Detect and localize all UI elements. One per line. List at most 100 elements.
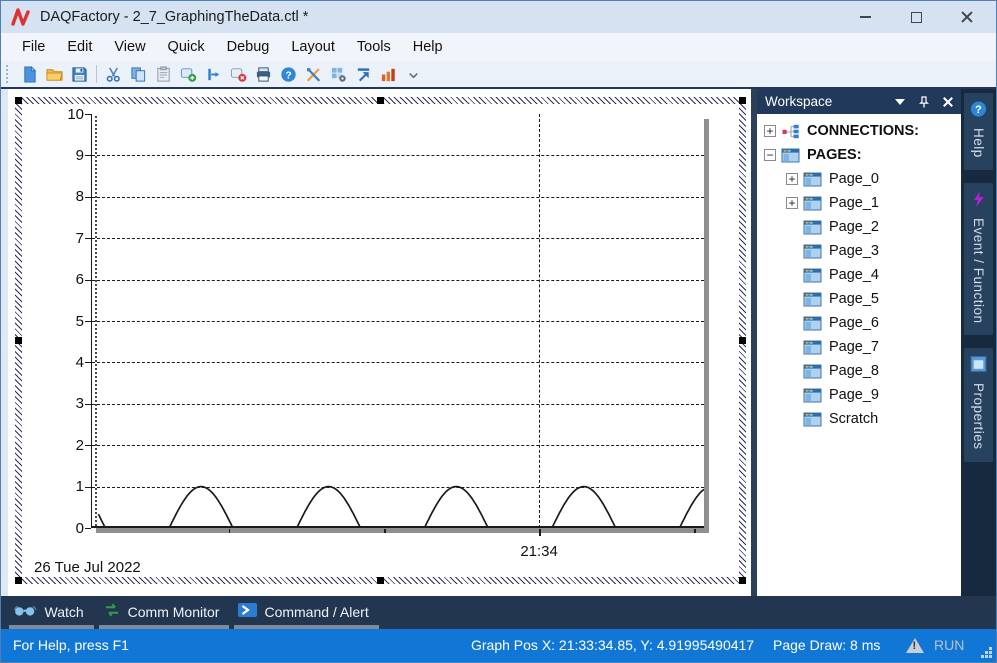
selection-handle[interactable] [739, 97, 746, 104]
tree-item-page6[interactable]: Page_6 [757, 311, 961, 335]
workspace-panel: Workspace +CONNECTIONS:−PAGES: + Page_0 + Pa… [757, 89, 961, 596]
paste-icon [155, 66, 172, 83]
menu-item-quick[interactable]: Quick [157, 36, 216, 58]
y-axis-tick [85, 362, 91, 363]
x-axis-major-tick [539, 529, 541, 536]
x-axis-minor-tick [229, 529, 231, 533]
page-icon [803, 172, 822, 187]
tree-item-page8[interactable]: Page_8 [757, 359, 961, 383]
y-axis-label: 2 [48, 437, 84, 454]
tree-item-scratch[interactable]: Scratch [757, 407, 961, 431]
tree-item-label: Page_5 [829, 291, 879, 307]
tree-item-page0[interactable]: + Page_0 [757, 167, 961, 191]
tree-item-label: Page_9 [829, 387, 879, 403]
status-run-indicator: RUN [906, 637, 964, 653]
new-file-button[interactable] [17, 62, 42, 86]
properties-window-icon [970, 355, 987, 376]
menu-item-edit[interactable]: Edit [56, 36, 103, 58]
menu-item-help[interactable]: Help [402, 36, 454, 58]
tree-item-page2[interactable]: Page_2 [757, 215, 961, 239]
expand-toggle-icon[interactable]: + [764, 125, 776, 137]
summary-chart-button[interactable] [376, 62, 401, 86]
menu-item-tools[interactable]: Tools [346, 36, 402, 58]
workspace-menu-chevron-icon[interactable] [895, 99, 905, 105]
paste-button[interactable] [151, 62, 176, 86]
selection-handle[interactable] [377, 577, 384, 584]
y-gridline [92, 445, 704, 446]
tree-item-page4[interactable]: Page_4 [757, 263, 961, 287]
page-design-surface[interactable]: 21:34 26 Tue Jul 2022 012345678910 [8, 89, 751, 596]
tree-item-pages[interactable]: −PAGES: [757, 143, 961, 167]
insert-connector-button[interactable] [201, 62, 226, 86]
page-icon [781, 148, 800, 163]
selection-handle[interactable] [15, 97, 22, 104]
tab-comm-monitor[interactable]: Comm Monitor [99, 599, 230, 629]
more-toolbar-options-button[interactable] [401, 62, 426, 86]
tree-item-page3[interactable]: Page_3 [757, 239, 961, 263]
print-icon [255, 66, 272, 83]
status-page-draw: Page Draw: 8 ms [773, 637, 880, 653]
tree-item-label: Page_0 [829, 171, 879, 187]
goto-arrow-button[interactable] [351, 62, 376, 86]
y-axis-label: 4 [48, 354, 84, 371]
expand-toggle-icon[interactable]: + [786, 197, 798, 209]
tree-item-page1[interactable]: + Page_1 [757, 191, 961, 215]
x-axis-minor-tick [694, 529, 696, 533]
bottom-dock-tabs: WatchComm Monitor Command / Alert [1, 596, 996, 629]
grid-settings-button[interactable] [326, 62, 351, 86]
menu-item-file[interactable]: File [11, 36, 56, 58]
menu-item-layout[interactable]: Layout [280, 36, 346, 58]
workspace-pin-icon[interactable] [918, 96, 930, 108]
minimize-button[interactable] [858, 10, 872, 24]
workspace-close-icon[interactable] [943, 97, 953, 107]
svg-text:?: ? [285, 70, 291, 81]
tree-item-page9[interactable]: Page_9 [757, 383, 961, 407]
tab-watch[interactable]: Watch [9, 599, 94, 629]
add-page-button[interactable] [176, 62, 201, 86]
tree-item-connections[interactable]: +CONNECTIONS: [757, 119, 961, 143]
page-icon [803, 268, 822, 283]
tab-label: Command / Alert [264, 604, 368, 620]
help-button[interactable]: ? [276, 62, 301, 86]
tree-item-page5[interactable]: Page_5 [757, 287, 961, 311]
expand-toggle-icon[interactable]: + [786, 173, 798, 185]
toolbar-separator [96, 65, 97, 83]
tab-event-function[interactable]: Event / Function [964, 183, 993, 336]
menu-item-view[interactable]: View [103, 36, 156, 58]
selection-handle[interactable] [739, 577, 746, 584]
tab-command-alert[interactable]: Command / Alert [234, 599, 378, 629]
copy-button[interactable] [126, 62, 151, 86]
tree-item-page7[interactable]: Page_7 [757, 335, 961, 359]
tree-item-label: Page_2 [829, 219, 879, 235]
toolbar-grip[interactable] [6, 65, 12, 83]
goto-arrow-icon [355, 66, 372, 83]
delete-page-icon [230, 66, 247, 83]
expand-toggle-icon[interactable]: − [764, 149, 776, 161]
tab-properties[interactable]: Properties [964, 348, 993, 462]
open-folder-button[interactable] [42, 62, 67, 86]
workspace-tree: +CONNECTIONS:−PAGES: + Page_0 + Page_1 Page_2… [757, 114, 961, 596]
tab-label: Help [971, 128, 986, 158]
tree-item-label: Page_1 [829, 195, 879, 211]
maximize-button[interactable] [909, 10, 923, 24]
page-gutter [1, 89, 8, 596]
tab-help[interactable]: ?Help [964, 93, 993, 170]
x-axis-date-label: 26 Tue Jul 2022 [34, 559, 141, 576]
cut-button[interactable] [101, 62, 126, 86]
resize-grip[interactable] [980, 646, 993, 659]
selection-handle[interactable] [15, 577, 22, 584]
selection-handle[interactable] [15, 337, 22, 344]
selection-handle[interactable] [377, 97, 384, 104]
workspace-header: Workspace [757, 89, 961, 114]
tree-item-label: Page_4 [829, 267, 879, 283]
selection-handle[interactable] [739, 337, 746, 344]
close-button[interactable] [960, 10, 974, 24]
print-button[interactable] [251, 62, 276, 86]
save-button[interactable] [67, 62, 92, 86]
more-toolbar-options-icon [405, 66, 422, 83]
x-axis-minor-tick [384, 529, 386, 533]
delete-page-button[interactable] [226, 62, 251, 86]
tools-button[interactable] [301, 62, 326, 86]
workspace-title: Workspace [765, 94, 832, 109]
menu-item-debug[interactable]: Debug [216, 36, 281, 58]
